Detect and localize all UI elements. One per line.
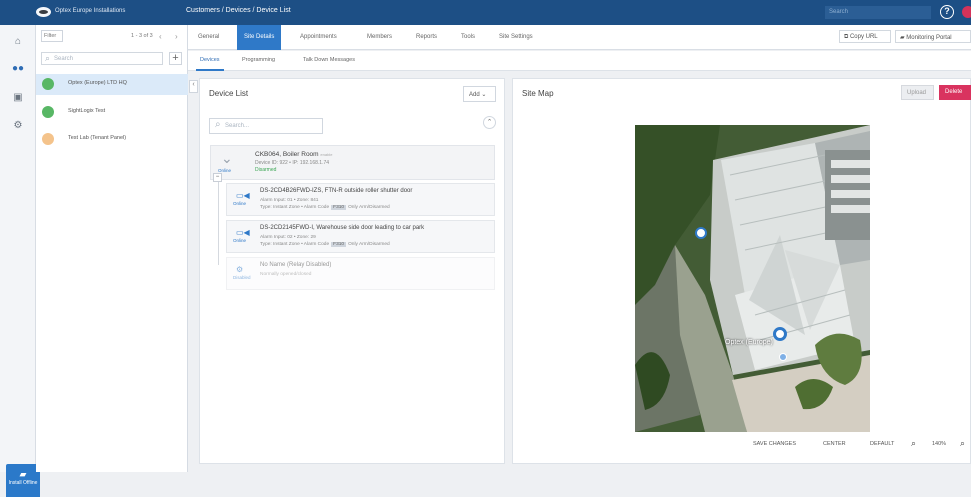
relay-icon: ⚙ — [236, 265, 244, 274]
device-type: Type: Instant Zone • Alarm Code F310 Only … — [260, 242, 390, 247]
device-search-input[interactable]: Search... — [209, 118, 323, 134]
device-name: DS-2CD4B26FWD-IZS, FTN-R outside roller … — [260, 188, 413, 194]
device-name: No Name (Relay Disabled) — [260, 262, 332, 268]
device-list-title: Device List — [209, 89, 249, 98]
save-changes-button[interactable]: SAVE CHANGES — [753, 441, 796, 447]
home-icon[interactable]: ⌂ — [12, 36, 24, 48]
customer-item[interactable]: SightLogix Test — [36, 102, 188, 123]
copy-url-label: Copy URL — [849, 34, 878, 40]
device-name: DS-2CD2145FWD-I, Warehouse side door lea… — [260, 225, 425, 231]
device-meta: Alarm Input: 02 • Zone: 29 — [260, 235, 316, 240]
zoom-out-icon[interactable]: ⌕ — [911, 438, 916, 449]
camera-icon: ▭◀ — [236, 228, 250, 237]
collapse-tree-icon[interactable]: − — [213, 173, 222, 182]
tab-members[interactable]: Members — [367, 25, 392, 50]
customer-item[interactable]: Test Lab (Tenant Panel) — [36, 129, 188, 150]
delete-button[interactable]: Delete — [939, 85, 971, 100]
controller-name: CKB064, Boiler Room enable — [255, 151, 333, 158]
global-search-input[interactable]: Search — [825, 6, 931, 19]
default-button[interactable]: DEFAULT — [870, 441, 894, 447]
map-pin-icon[interactable] — [773, 327, 787, 341]
device-meta: Normally opened/closed — [260, 272, 312, 277]
device-status: Disabled — [233, 275, 251, 280]
subtab-devices[interactable]: Devices — [196, 57, 224, 71]
app-title: Optex Europe Installations — [55, 8, 126, 14]
map-location-label: Optex (Europe) — [725, 339, 773, 346]
tree-line — [218, 180, 219, 265]
customer-name: Optex (Europe) LTD HQ — [68, 80, 127, 86]
device-meta: Alarm Input: 01 • Zone: 841 — [260, 198, 319, 203]
building-icon[interactable]: ▣ — [12, 92, 24, 104]
lock-status-icon — [42, 133, 54, 145]
top-bar: Optex Europe Installations Customers / D… — [0, 0, 971, 25]
subtab-talk-down-messages[interactable]: Talk Down Messages — [303, 57, 355, 63]
camera-marker-icon[interactable] — [695, 227, 707, 239]
device-status: Online — [233, 201, 247, 206]
monitoring-label: Monitoring Portal — [906, 35, 952, 41]
add-customer-button[interactable]: + — [169, 52, 182, 65]
collapse-all-icon[interactable]: ⌃ — [483, 116, 496, 129]
customer-name: Test Lab (Tenant Panel) — [68, 135, 127, 141]
controller-meta: Device ID: 922 • IP: 192.168.1.74 — [255, 160, 330, 166]
left-navigation: ⌂ ●● ▣ ⚙ ▰ Install Offline — [0, 25, 40, 497]
settings-icon[interactable]: ⚙ — [12, 120, 24, 132]
site-map-image[interactable]: Optex (Europe) — [635, 125, 870, 432]
filter-button[interactable]: Filter — [41, 30, 63, 42]
device-row[interactable]: ⚙ Disabled No Name (Relay Disabled) Norm… — [226, 257, 495, 290]
zoom-level: 140% — [932, 441, 947, 447]
tab-site-settings[interactable]: Site Settings — [499, 25, 533, 50]
breadcrumb: Customers / Devices / Device List — [186, 7, 291, 14]
customer-name: SightLogix Test — [68, 108, 106, 114]
user-avatar[interactable] — [962, 6, 971, 18]
controller-state: Disarmed — [255, 167, 277, 173]
copy-url-button[interactable]: ⧉ Copy URL — [839, 30, 891, 43]
tab-reports[interactable]: Reports — [416, 25, 437, 50]
devices-icon: ▰ — [19, 469, 27, 479]
collapse-panel-icon[interactable]: ‹ — [189, 80, 198, 93]
pager-text: 1 - 3 of 3 — [131, 33, 153, 39]
chevron-down-icon: ⌄ — [221, 150, 233, 166]
device-list-panel: Device List Add ⌄ Search... ⌃ ⌄ Online C… — [199, 78, 505, 464]
customer-search-input[interactable]: Search — [41, 52, 163, 65]
sub-tabs: Devices Programming Talk Down Messages — [188, 51, 971, 71]
tab-site-details[interactable]: Site Details — [237, 25, 282, 50]
install-offline-label: Install Offline — [8, 480, 38, 486]
camera-icon: ▭◀ — [236, 191, 250, 200]
zoom-in-icon[interactable]: ⌕ — [960, 438, 965, 449]
monitoring-portal-button[interactable]: ▰ Monitoring Portal — [895, 30, 971, 43]
install-offline-button[interactable]: ▰ Install Offline — [6, 464, 40, 497]
help-icon[interactable]: ? — [940, 5, 954, 19]
lock-status-icon — [42, 106, 54, 118]
tab-appointments[interactable]: Appointments — [300, 25, 337, 50]
site-map-title: Site Map — [522, 89, 554, 98]
subtab-programming[interactable]: Programming — [242, 57, 275, 63]
controller-row[interactable]: ⌄ Online CKB064, Boiler Room enable Devi… — [210, 145, 495, 180]
site-tabs: General Site Details Appointments Member… — [188, 25, 971, 50]
device-status: Online — [233, 238, 247, 243]
device-row[interactable]: ▭◀ Online DS-2CD4B26FWD-IZS, FTN-R outsi… — [226, 183, 495, 216]
users-icon[interactable]: ●● — [12, 63, 24, 75]
add-device-button[interactable]: Add ⌄ — [463, 86, 496, 102]
prev-page-icon[interactable]: ‹ — [159, 32, 162, 41]
tab-general[interactable]: General — [198, 25, 219, 50]
device-row[interactable]: ▭◀ Online DS-2CD2145FWD-I, Warehouse sid… — [226, 220, 495, 253]
customer-item[interactable]: Optex (Europe) LTD HQ — [36, 74, 188, 95]
site-map-panel: Site Map Upload Delete Optex (Europe) SA… — [512, 78, 971, 464]
chevron-down-icon: ⌄ — [481, 92, 487, 98]
lock-status-icon — [42, 78, 54, 90]
add-label: Add — [469, 92, 480, 98]
upload-button[interactable]: Upload — [901, 85, 934, 100]
center-button[interactable]: CENTER — [823, 441, 846, 447]
company-logo[interactable] — [36, 7, 51, 17]
device-type: Type: Instant Zone • Alarm Code F310 Only … — [260, 205, 390, 210]
next-page-icon[interactable]: › — [175, 32, 178, 41]
tab-tools[interactable]: Tools — [461, 25, 475, 50]
customer-panel: Filter 1 - 3 of 3 ‹ › Search + Optex (Eu… — [36, 25, 188, 472]
location-pin-icon — [779, 353, 787, 361]
